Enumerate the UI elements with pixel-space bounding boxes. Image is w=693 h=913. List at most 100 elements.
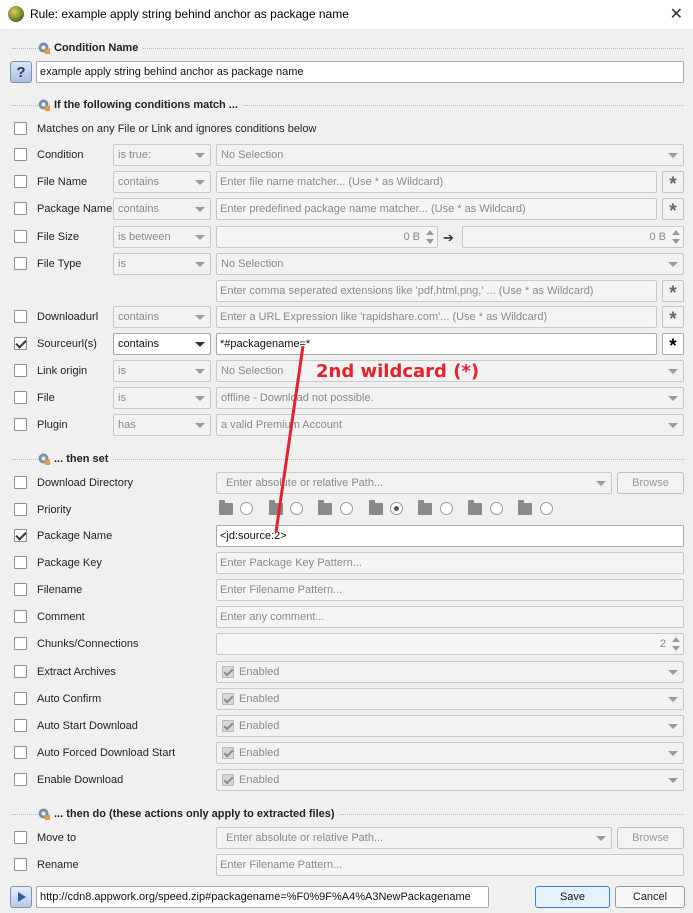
comment-checkbox[interactable] [14, 610, 27, 623]
set-package-name-input[interactable]: <jd:source:2> [216, 525, 684, 547]
downloadurl-checkbox[interactable] [14, 310, 27, 323]
spinner-icon[interactable] [672, 230, 680, 244]
extract-archives-select[interactable]: Enabled [216, 661, 684, 683]
sourceurl-checkbox[interactable] [14, 337, 27, 350]
priority-radio-high[interactable] [340, 502, 353, 515]
sourceurl-input[interactable]: *#packagename=* [216, 333, 657, 355]
wildcard-button[interactable]: * [662, 198, 684, 222]
package-name-operator-select[interactable]: contains [113, 198, 211, 220]
package-name-checkbox[interactable] [14, 202, 27, 215]
download-directory-select[interactable]: Enter absolute or relative Path... [216, 472, 612, 494]
auto-start-label: Auto Start Download [37, 720, 138, 732]
section-conditions: If the following conditions match ... [12, 97, 684, 113]
auto-start-select[interactable]: Enabled [216, 715, 684, 737]
downloadurl-input[interactable]: Enter a URL Expression like 'rapidshare.… [216, 306, 657, 328]
chunks-checkbox[interactable] [14, 637, 27, 650]
link-origin-checkbox[interactable] [14, 364, 27, 377]
play-icon[interactable] [10, 886, 32, 908]
file-size-operator-select[interactable]: is between [113, 226, 211, 248]
match-any-label: Matches on any File or Link and ignores … [37, 123, 317, 135]
priority-high-icon [318, 500, 332, 515]
chunks-spinner[interactable]: 2 [216, 633, 684, 655]
file-size-from-spinner[interactable]: 0 B [216, 226, 438, 248]
auto-confirm-select[interactable]: Enabled [216, 688, 684, 710]
priority-radio-higher[interactable] [290, 502, 303, 515]
file-name-operator-select[interactable]: contains [113, 171, 211, 193]
comment-input[interactable]: Enter any comment... [216, 606, 684, 628]
move-to-checkbox[interactable] [14, 831, 27, 844]
comment-label: Comment [37, 611, 85, 623]
downloadurl-operator-select[interactable]: contains [113, 306, 211, 328]
package-name-input[interactable]: Enter predefined package name matcher...… [216, 198, 657, 220]
download-directory-browse-button[interactable]: Browse [617, 472, 684, 494]
file-size-checkbox[interactable] [14, 230, 27, 243]
extract-archives-label: Extract Archives [37, 666, 116, 678]
save-button[interactable]: Save [535, 886, 610, 908]
app-logo-icon [8, 6, 24, 22]
title-bar: Rule: example apply string behind anchor… [0, 0, 693, 30]
extract-archives-checkbox[interactable] [14, 665, 27, 678]
wildcard-button[interactable]: * [662, 280, 684, 304]
priority-radio-highest[interactable] [240, 502, 253, 515]
file-type-value-select[interactable]: No Selection [216, 253, 684, 275]
enable-download-select[interactable]: Enabled [216, 769, 684, 791]
file-operator-select[interactable]: is [113, 387, 211, 409]
link-origin-operator-select[interactable]: is [113, 360, 211, 382]
file-value-select[interactable]: offline - Download not possible. [216, 387, 684, 409]
enable-download-checkbox[interactable] [14, 773, 27, 786]
cancel-button[interactable]: Cancel [615, 886, 685, 908]
file-type-checkbox[interactable] [14, 257, 27, 270]
file-size-to-spinner[interactable]: 0 B [462, 226, 684, 248]
condition-operator-select[interactable]: is true: [113, 144, 211, 166]
section-condition-name: Condition Name [12, 40, 684, 56]
download-directory-checkbox[interactable] [14, 476, 27, 489]
set-package-name-checkbox[interactable] [14, 529, 27, 542]
file-type-operator-select[interactable]: is [113, 253, 211, 275]
help-button[interactable]: ? [10, 61, 32, 83]
wildcard-button[interactable]: * [662, 306, 684, 330]
condition-checkbox[interactable] [14, 148, 27, 161]
chevron-down-icon [668, 724, 678, 729]
priority-radio-lowest[interactable] [540, 502, 553, 515]
chevron-down-icon [195, 342, 205, 347]
priority-radio-default[interactable] [390, 502, 403, 515]
wildcard-button[interactable]: * [662, 171, 684, 195]
priority-radio-lower[interactable] [490, 502, 503, 515]
spinner-icon[interactable] [672, 637, 680, 651]
priority-radio-low[interactable] [440, 502, 453, 515]
auto-start-checkbox[interactable] [14, 719, 27, 732]
close-icon[interactable]: ✕ [670, 4, 683, 24]
match-any-checkbox[interactable] [14, 122, 27, 135]
rename-checkbox[interactable] [14, 858, 27, 871]
condition-name-input[interactable]: example apply string behind anchor as pa… [36, 61, 684, 83]
file-name-checkbox[interactable] [14, 175, 27, 188]
filename-input[interactable]: Enter Filename Pattern... [216, 579, 684, 601]
condition-value-select[interactable]: No Selection [216, 144, 684, 166]
chevron-down-icon [668, 153, 678, 158]
plugin-operator-select[interactable]: has [113, 414, 211, 436]
test-url-input[interactable]: http://cdn8.appwork.org/speed.zip#packag… [36, 886, 489, 908]
sourceurl-operator-select[interactable]: contains [113, 333, 211, 355]
file-name-input[interactable]: Enter file name matcher... (Use * as Wil… [216, 171, 657, 193]
move-to-select[interactable]: Enter absolute or relative Path... [216, 827, 612, 849]
spinner-icon[interactable] [426, 230, 434, 244]
wildcard-button[interactable]: * [662, 333, 684, 357]
auto-forced-select[interactable]: Enabled [216, 742, 684, 764]
file-type-extensions-input[interactable]: Enter comma seperated extensions like 'p… [216, 280, 657, 302]
auto-confirm-checkbox[interactable] [14, 692, 27, 705]
chevron-down-icon [195, 423, 205, 428]
plugin-checkbox[interactable] [14, 418, 27, 431]
arrow-right-icon: ➔ [443, 230, 454, 245]
plugin-value-select[interactable]: a valid Premium Account [216, 414, 684, 436]
move-to-browse-button[interactable]: Browse [617, 827, 684, 849]
rename-input[interactable]: Enter Filename Pattern... [216, 854, 684, 876]
package-key-checkbox[interactable] [14, 556, 27, 569]
priority-higher-icon [269, 500, 283, 515]
filename-checkbox[interactable] [14, 583, 27, 596]
annotation-text: 2nd wildcard (*) [316, 361, 480, 382]
file-checkbox[interactable] [14, 391, 27, 404]
priority-checkbox[interactable] [14, 503, 27, 516]
auto-forced-checkbox[interactable] [14, 746, 27, 759]
window-title: Rule: example apply string behind anchor… [30, 7, 349, 21]
package-key-input[interactable]: Enter Package Key Pattern... [216, 552, 684, 574]
